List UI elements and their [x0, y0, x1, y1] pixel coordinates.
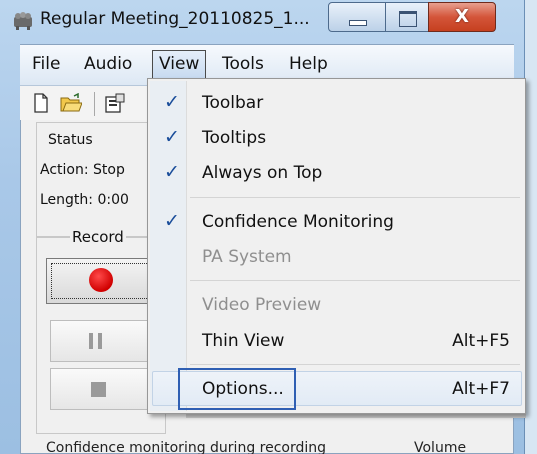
menu-item-label: Video Preview	[202, 295, 322, 315]
properties-icon[interactable]	[104, 93, 126, 113]
menu-item-toolbar[interactable]: ✓ Toolbar	[150, 86, 522, 120]
menu-audio[interactable]: Audio	[78, 51, 138, 77]
close-icon: X	[455, 6, 469, 27]
status-length: Length: 0:00	[40, 192, 129, 208]
minimize-icon	[349, 20, 367, 26]
record-title: Record	[70, 228, 126, 246]
menu-item-label: Always on Top	[202, 163, 323, 183]
menu-item-label: Thin View	[202, 331, 285, 351]
maximize-button[interactable]	[385, 2, 429, 32]
checkmark-icon: ✓	[164, 91, 180, 113]
menu-item-pa-system: PA System	[150, 240, 522, 274]
menu-item-shortcut: Alt+F5	[452, 331, 510, 351]
app-window: Regular Meeting_20110825_1... X File Aud…	[0, 0, 537, 454]
menu-item-label: Toolbar	[202, 93, 264, 113]
confidence-monitoring-label: Confidence monitoring during recording	[46, 440, 327, 454]
new-document-icon[interactable]	[30, 93, 52, 113]
menu-separator	[190, 364, 520, 365]
menu-item-label: Confidence Monitoring	[202, 212, 394, 232]
menu-file[interactable]: File	[26, 51, 66, 77]
annotation-highlight-box	[178, 368, 296, 410]
checkmark-icon: ✓	[164, 161, 180, 183]
menu-item-video-preview: Video Preview	[150, 288, 522, 322]
app-icon	[14, 12, 32, 30]
menu-item-label: Tooltips	[202, 128, 267, 148]
status-action: Action: Stop	[40, 162, 125, 178]
close-button[interactable]: X	[428, 2, 496, 32]
menu-view[interactable]: View	[152, 50, 207, 79]
pause-icon	[89, 333, 93, 349]
checkmark-icon: ✓	[164, 210, 180, 232]
record-button[interactable]	[46, 258, 158, 304]
open-folder-icon[interactable]	[60, 93, 82, 113]
menu-item-confidence-monitoring[interactable]: ✓ Confidence Monitoring	[150, 205, 522, 239]
menu-item-label: PA System	[202, 247, 292, 267]
menu-separator	[190, 197, 520, 198]
record-icon	[89, 268, 113, 292]
menu-help[interactable]: Help	[283, 51, 334, 77]
pause-button[interactable]	[50, 320, 160, 362]
window-title: Regular Meeting_20110825_1...	[40, 9, 310, 29]
menu-separator	[190, 280, 520, 281]
maximize-icon	[399, 11, 417, 27]
checkmark-icon: ✓	[164, 126, 180, 148]
status-title: Status	[48, 132, 93, 148]
menu-tools[interactable]: Tools	[216, 51, 270, 77]
background-window-edge	[525, 0, 537, 454]
volume-label: Volume	[414, 440, 467, 454]
menu-item-tooltips[interactable]: ✓ Tooltips	[150, 121, 522, 155]
menu-item-always-on-top[interactable]: ✓ Always on Top	[150, 156, 522, 190]
stop-button[interactable]	[50, 368, 160, 410]
menu-item-thin-view[interactable]: Thin View Alt+F5	[150, 324, 522, 358]
toolbar-separator	[94, 92, 95, 116]
stop-icon	[91, 382, 106, 397]
monitor-level-track	[186, 414, 526, 418]
minimize-button[interactable]	[328, 2, 386, 32]
menu-item-shortcut: Alt+F7	[452, 379, 510, 399]
